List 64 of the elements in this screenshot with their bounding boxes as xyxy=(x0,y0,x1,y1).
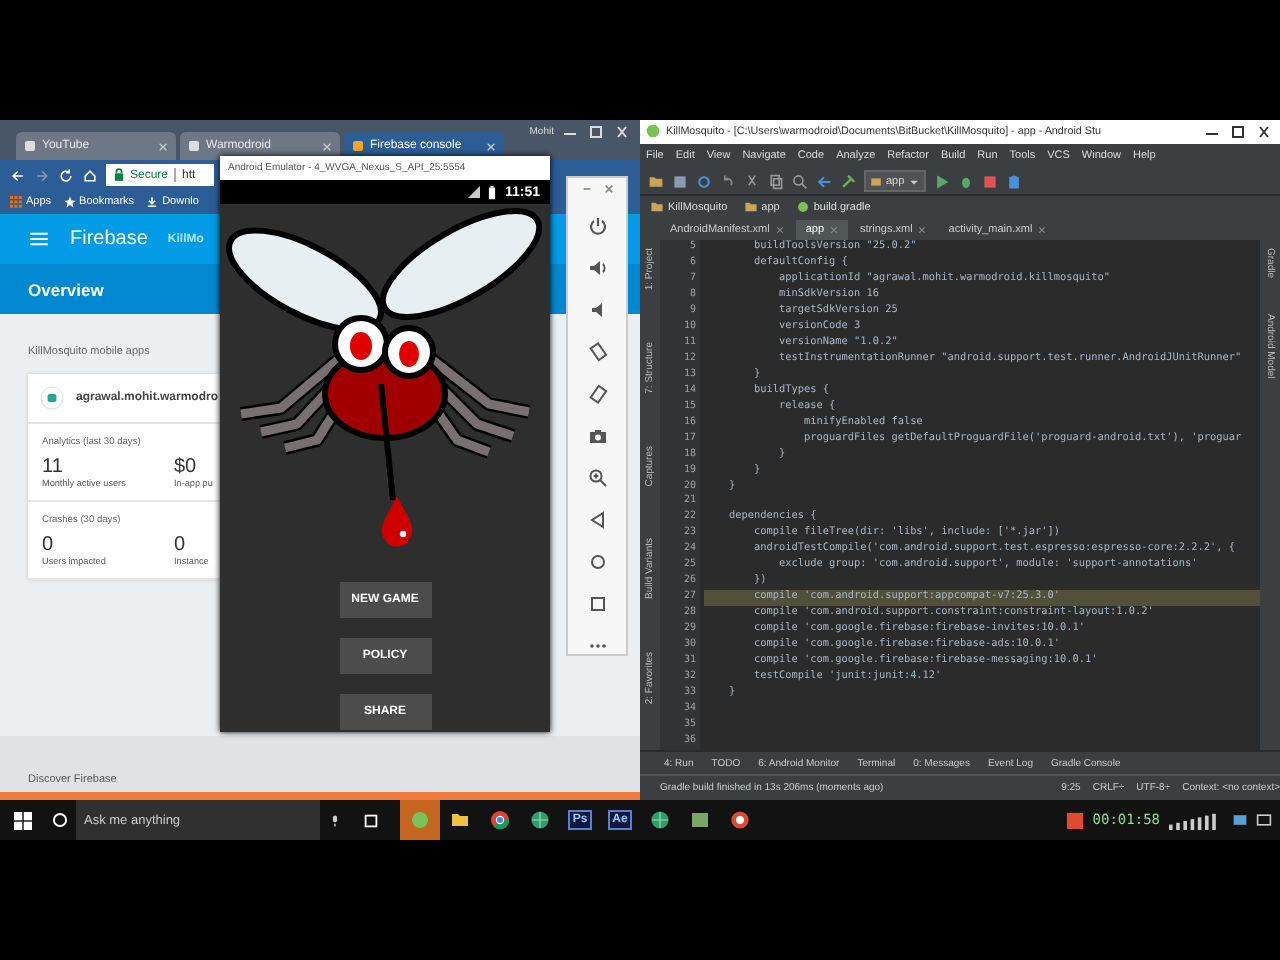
close-icon[interactable] xyxy=(1254,123,1274,140)
page-icon xyxy=(24,140,36,152)
debug-icon[interactable] xyxy=(958,173,975,190)
signal-icon xyxy=(468,186,481,198)
lock-icon xyxy=(114,168,124,182)
stop-icon[interactable] xyxy=(982,173,999,190)
globe-icon xyxy=(530,810,550,830)
close-icon[interactable] xyxy=(612,124,632,140)
stop-recording-icon[interactable] xyxy=(1066,811,1085,829)
network-icon[interactable] xyxy=(1232,812,1248,828)
page-icon xyxy=(188,140,200,152)
save-icon[interactable] xyxy=(672,173,688,190)
page-icon xyxy=(352,140,364,152)
home-icon[interactable] xyxy=(587,552,607,572)
brand-name: Firebase xyxy=(70,228,148,250)
circle-icon xyxy=(52,812,68,828)
android-studio-icon xyxy=(410,810,430,830)
download-icon xyxy=(146,196,159,208)
stat-value: 0 xyxy=(174,534,188,556)
search-icon[interactable] xyxy=(792,173,808,190)
globe-icon xyxy=(650,810,670,830)
hammer-icon[interactable] xyxy=(840,173,856,190)
reload-icon[interactable] xyxy=(58,167,74,183)
folder-icon xyxy=(450,810,470,830)
task-view-icon[interactable] xyxy=(362,811,380,829)
camera-icon[interactable] xyxy=(587,426,607,446)
menu-icon[interactable] xyxy=(30,232,48,246)
gradle-file-icon xyxy=(795,200,810,215)
zoom-icon[interactable] xyxy=(587,468,607,488)
rotate-left-icon[interactable] xyxy=(587,342,607,362)
copy-icon[interactable] xyxy=(768,173,784,190)
module-icon xyxy=(870,175,882,188)
power-icon[interactable] xyxy=(587,216,607,236)
sync-icon[interactable] xyxy=(696,173,712,190)
android-app-icon xyxy=(40,386,64,410)
undo-icon[interactable] xyxy=(720,173,736,190)
caret-icon xyxy=(908,175,921,188)
android-studio-icon xyxy=(646,124,660,139)
stat-value: 0 xyxy=(42,534,56,556)
apps-grid-icon xyxy=(10,196,22,208)
folder-icon xyxy=(743,200,758,215)
stat-value: $0 xyxy=(174,456,199,478)
windows-logo-icon[interactable] xyxy=(14,811,32,829)
rotate-right-icon[interactable] xyxy=(587,384,607,404)
notification-icon[interactable] xyxy=(1256,812,1272,828)
maximize-icon[interactable] xyxy=(586,124,606,140)
arrow-left-icon[interactable] xyxy=(816,173,832,190)
star-icon xyxy=(63,196,76,208)
volume-up-icon[interactable] xyxy=(587,258,607,278)
volume-down-icon[interactable] xyxy=(587,300,607,320)
browser-icon xyxy=(490,810,510,830)
cut-icon[interactable] xyxy=(744,173,760,190)
record-icon xyxy=(730,810,750,830)
overview-title: Overview xyxy=(28,279,104,299)
stat-value: 11 xyxy=(42,456,65,478)
back-icon[interactable] xyxy=(587,510,607,530)
sdk-manager-icon[interactable] xyxy=(1006,173,1023,190)
map-icon xyxy=(690,810,710,830)
back-icon[interactable] xyxy=(10,167,26,183)
overview-icon[interactable] xyxy=(587,594,607,614)
run-icon[interactable] xyxy=(934,173,951,190)
maximize-icon[interactable] xyxy=(1228,123,1248,140)
microphone-icon[interactable] xyxy=(328,811,342,829)
battery-icon xyxy=(488,185,497,199)
